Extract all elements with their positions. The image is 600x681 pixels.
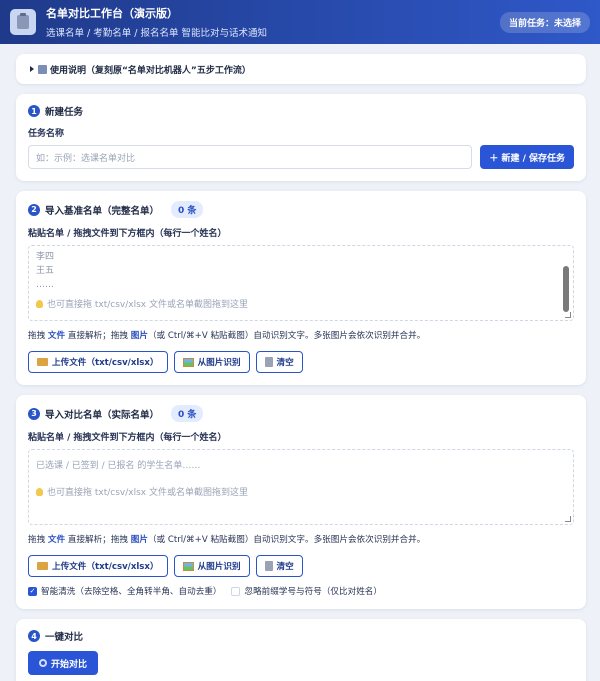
step-compare: 4 一键对比 开始对比 — [16, 619, 586, 681]
step-number: 3 — [28, 407, 40, 420]
section-header: 4 一键对比 — [28, 629, 574, 643]
paste-label: 粘贴名单 / 拖拽文件到下方框内（每行一个姓名） — [28, 229, 227, 239]
step-import-base-list: 2 导入基准名单（完整名单） 0 条 粘贴名单 / 拖拽文件到下方框内（每行一个… — [16, 191, 586, 385]
section-title: 一键对比 — [45, 632, 84, 643]
lightbulb-icon — [36, 488, 43, 496]
base-actions: 上传文件（txt/csv/xlsx） 从图片识别 清空 — [28, 351, 574, 373]
resize-handle[interactable] — [565, 312, 571, 318]
usage-instructions-toggle[interactable]: 使用说明（复刻原“名单对比机器人”五步工作流） — [16, 54, 586, 84]
drop-hint: 也可直接拖 txt/csv/xlsx 文件或名单截图拖到这里 — [36, 298, 566, 312]
app-header: 名单对比工作台（演示版） 选课名单 / 考勤名单 / 报名名单 智能比对与话术通… — [0, 0, 600, 44]
helper-pic: 图片 — [130, 331, 148, 341]
helper-pic: 图片 — [130, 535, 148, 545]
count-badge: 0 条 — [171, 405, 204, 422]
lightbulb-icon — [36, 300, 43, 308]
clear-label: 清空 — [276, 358, 294, 368]
smart-clean-option[interactable]: 智能清洗（去除空格、全角转半角、自动去重） — [28, 585, 221, 597]
upload-file-button[interactable]: 上传文件（txt/csv/xlsx） — [28, 555, 168, 577]
step-number: 1 — [28, 105, 40, 117]
section-title: 新建任务 — [45, 107, 84, 118]
ignore-prefix-checkbox[interactable] — [231, 586, 241, 596]
step-import-compare-list: 3 导入对比名单（实际名单） 0 条 粘贴名单 / 拖拽文件到下方框内（每行一个… — [16, 395, 586, 609]
helper-post: （或 Ctrl/⌘+V 粘贴截图）自动识别文字。多张图片会依次识别并合并。 — [147, 331, 426, 341]
resize-handle[interactable] — [565, 516, 571, 522]
main-content: 使用说明（复刻原“名单对比机器人”五步工作流） 1 新建任务 任务名称 如：示例… — [0, 44, 600, 681]
ignore-prefix-option[interactable]: 忽略前缀学号与符号（仅比对姓名） — [231, 585, 382, 597]
count-badge: 0 条 — [171, 201, 204, 218]
ocr-image-button[interactable]: 从图片识别 — [173, 351, 250, 373]
smart-clean-checkbox[interactable] — [28, 586, 37, 596]
textarea-scrollbar[interactable] — [563, 266, 569, 312]
task-name-row: 如：示例：选课名单对比 ＋ 新建 / 保存任务 — [28, 145, 574, 169]
helper-text: 拖拽 文件 直接解析；拖拽 图片（或 Ctrl/⌘+V 粘贴截图）自动识别文字。… — [28, 329, 574, 341]
magnifier-icon — [38, 659, 47, 667]
step-number: 2 — [28, 203, 40, 216]
step-new-task: 1 新建任务 任务名称 如：示例：选课名单对比 ＋ 新建 / 保存任务 — [16, 94, 586, 181]
app-subtitle: 选课名单 / 考勤名单 / 报名名单 智能比对与话术通知 — [46, 28, 268, 39]
book-icon — [38, 64, 47, 74]
helper-mid: 直接解析；拖拽 — [65, 535, 131, 545]
helper-pre: 拖拽 — [28, 331, 48, 341]
helper-text: 拖拽 文件 直接解析；拖拽 图片（或 Ctrl/⌘+V 粘贴截图）自动识别文字。… — [28, 533, 574, 545]
ignore-prefix-label: 忽略前缀学号与符号（仅比对姓名） — [244, 587, 382, 597]
upload-label: 上传文件（txt/csv/xlsx） — [52, 562, 159, 572]
trash-icon — [264, 561, 273, 571]
section-header: 2 导入基准名单（完整名单） 0 条 — [28, 201, 574, 218]
base-list-textarea[interactable]: 李四 王五 …… 也可直接拖 txt/csv/xlsx 文件或名单截图拖到这里 — [28, 245, 574, 321]
drop-hint-text: 也可直接拖 txt/csv/xlsx 文件或名单截图拖到这里 — [47, 300, 248, 310]
trash-icon — [264, 357, 273, 367]
paste-label: 粘贴名单 / 拖拽文件到下方框内（每行一个姓名） — [28, 433, 227, 443]
current-task-badge: 当前任务：未选择 — [499, 11, 590, 33]
step-number: 4 — [28, 630, 40, 642]
upload-file-button[interactable]: 上传文件（txt/csv/xlsx） — [28, 351, 168, 373]
usage-label: 使用说明（复刻原“名单对比机器人”五步工作流） — [50, 65, 251, 76]
task-name-input[interactable]: 如：示例：选课名单对比 — [28, 145, 473, 169]
section-title: 导入对比名单（实际名单） — [45, 409, 160, 421]
triangle-right-icon — [30, 66, 34, 72]
clipboard-icon — [10, 9, 36, 35]
app-title: 名单对比工作台（演示版） — [46, 7, 178, 20]
options-row: 智能清洗（去除空格、全角转半角、自动去重） 忽略前缀学号与符号（仅比对姓名） — [28, 585, 574, 597]
folder-icon — [37, 358, 48, 366]
ocr-label: 从图片识别 — [197, 358, 241, 368]
section-title: 导入基准名单（完整名单） — [45, 205, 160, 217]
section-header: 1 新建任务 — [28, 104, 574, 118]
start-compare-button[interactable]: 开始对比 — [28, 651, 98, 675]
save-task-button[interactable]: ＋ 新建 / 保存任务 — [480, 145, 574, 169]
textarea-placeholder: 已选课 / 已签到 / 已报名 的学生名单…… — [36, 461, 201, 471]
folder-icon — [37, 562, 48, 570]
compare-list-textarea[interactable]: 已选课 / 已签到 / 已报名 的学生名单…… 也可直接拖 txt/csv/xl… — [28, 449, 574, 525]
upload-label: 上传文件（txt/csv/xlsx） — [52, 358, 159, 368]
start-compare-label: 开始对比 — [50, 659, 87, 670]
drop-hint: 也可直接拖 txt/csv/xlsx 文件或名单截图拖到这里 — [36, 486, 566, 500]
section-header: 3 导入对比名单（实际名单） 0 条 — [28, 405, 574, 422]
picture-icon — [182, 357, 194, 367]
list-line: 王五 — [36, 266, 55, 276]
helper-file: 文件 — [47, 535, 66, 545]
ocr-image-button[interactable]: 从图片识别 — [173, 555, 250, 577]
smart-clean-label: 智能清洗（去除空格、全角转半角、自动去重） — [41, 587, 222, 597]
clear-button[interactable]: 清空 — [255, 555, 303, 577]
helper-file: 文件 — [47, 331, 66, 341]
helper-pre: 拖拽 — [28, 535, 48, 545]
list-line: …… — [36, 280, 54, 290]
helper-post: （或 Ctrl/⌘+V 粘贴截图）自动识别文字。多张图片会依次识别并合并。 — [147, 535, 426, 545]
task-name-label: 任务名称 — [28, 129, 65, 139]
title-block: 名单对比工作台（演示版） 选课名单 / 考勤名单 / 报名名单 智能比对与话术通… — [46, 5, 500, 39]
compare-actions: 上传文件（txt/csv/xlsx） 从图片识别 清空 — [28, 555, 574, 577]
picture-icon — [182, 561, 194, 571]
helper-mid: 直接解析；拖拽 — [65, 331, 131, 341]
clear-label: 清空 — [276, 562, 294, 572]
ocr-label: 从图片识别 — [197, 562, 241, 572]
drop-hint-text: 也可直接拖 txt/csv/xlsx 文件或名单截图拖到这里 — [47, 488, 248, 498]
clear-button[interactable]: 清空 — [255, 351, 303, 373]
list-line: 李四 — [36, 252, 55, 262]
